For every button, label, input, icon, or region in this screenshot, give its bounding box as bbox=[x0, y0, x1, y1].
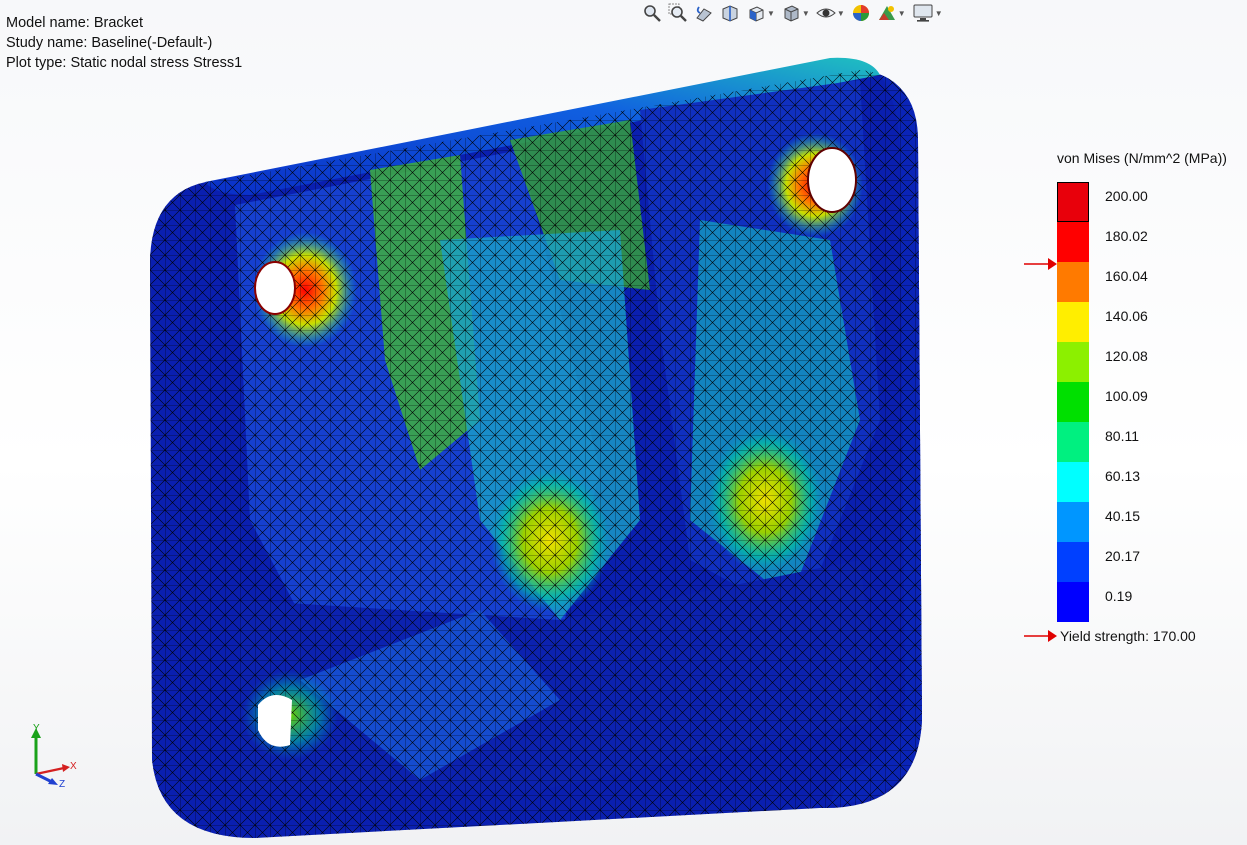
legend-label: 0.19 bbox=[1105, 588, 1133, 604]
section-view-button[interactable] bbox=[718, 2, 742, 24]
legend-label: 200.00 bbox=[1105, 188, 1148, 204]
legend-swatch bbox=[1057, 422, 1089, 462]
edit-appearance-button[interactable] bbox=[849, 2, 873, 24]
legend-label: 140.06 bbox=[1105, 308, 1148, 324]
coordinate-triad: Y X Z bbox=[31, 723, 77, 790]
heads-up-view-toolbar: ▼ ▼ ▼ ▼ ▼ bbox=[640, 1, 945, 25]
legend-swatch bbox=[1057, 382, 1089, 422]
hole-upper-left bbox=[254, 261, 296, 315]
zoom-to-area-icon bbox=[668, 3, 687, 22]
yield-marker-arrow-icon bbox=[1024, 258, 1057, 270]
view-settings-icon bbox=[913, 4, 933, 22]
display-style-icon bbox=[784, 5, 799, 22]
view-settings-button[interactable]: ▼ bbox=[910, 2, 945, 24]
triad-x-label: X bbox=[70, 761, 77, 772]
chevron-down-icon: ▼ bbox=[934, 8, 943, 18]
legend-color-bar bbox=[1057, 182, 1089, 622]
legend-swatch bbox=[1057, 542, 1089, 582]
chevron-down-icon: ▼ bbox=[767, 8, 775, 18]
hide-show-items-icon bbox=[816, 8, 836, 18]
fea-mesh-model[interactable] bbox=[140, 50, 940, 845]
legend-label: 80.11 bbox=[1105, 428, 1139, 444]
chevron-down-icon: ▼ bbox=[897, 8, 906, 18]
legend-label: 40.15 bbox=[1105, 508, 1141, 524]
plot-type: Plot type: Static nodal stress Stress1 bbox=[6, 55, 243, 71]
legend-label: 160.04 bbox=[1105, 268, 1148, 284]
apply-scene-button[interactable]: ▼ bbox=[875, 2, 908, 24]
view-orientation-button[interactable]: ▼ bbox=[744, 2, 777, 24]
legend-swatch bbox=[1057, 462, 1089, 502]
triad-y-label: Y bbox=[33, 723, 40, 734]
legend-label: 100.09 bbox=[1105, 388, 1148, 404]
chevron-down-icon: ▼ bbox=[836, 8, 845, 18]
display-style-button[interactable]: ▼ bbox=[779, 2, 812, 24]
legend-label: 180.02 bbox=[1105, 228, 1148, 244]
legend-label: 20.17 bbox=[1105, 548, 1141, 564]
previous-view-icon bbox=[696, 6, 712, 22]
legend-swatch bbox=[1057, 182, 1089, 222]
yield-strength-row: Yield strength: 170.00 bbox=[1024, 628, 1196, 644]
edit-appearance-icon bbox=[852, 5, 869, 21]
zoom-to-area-button[interactable] bbox=[666, 2, 690, 24]
legend-title: von Mises (N/mm^2 (MPa)) bbox=[1057, 150, 1227, 166]
triad-z-label: Z bbox=[59, 779, 65, 790]
zoom-to-fit-button[interactable] bbox=[640, 2, 664, 24]
study-name: Study name: Baseline(-Default-) bbox=[6, 35, 213, 51]
legend-swatch bbox=[1057, 502, 1089, 542]
yield-strength-label: Yield strength: 170.00 bbox=[1060, 628, 1196, 644]
legend-swatch bbox=[1057, 262, 1089, 302]
legend-swatch bbox=[1057, 582, 1089, 622]
model-name: Model name: Bracket bbox=[6, 15, 144, 31]
stress-legend[interactable]: von Mises (N/mm^2 (MPa)) 200.00 180.02 160… bbox=[1020, 140, 1247, 660]
legend-label: 60.13 bbox=[1105, 468, 1141, 484]
yield-arrow-icon bbox=[1024, 630, 1057, 642]
view-orientation-icon bbox=[749, 6, 764, 22]
chevron-down-icon: ▼ bbox=[801, 8, 810, 18]
study-info: Model name: Bracket Study name: Baseline… bbox=[6, 13, 242, 73]
apply-scene-icon bbox=[878, 6, 895, 20]
hole-upper-right bbox=[807, 147, 857, 213]
hide-show-items-button[interactable]: ▼ bbox=[814, 2, 847, 24]
legend-label: 120.08 bbox=[1105, 348, 1148, 364]
legend-swatch bbox=[1057, 302, 1089, 342]
zoom-to-fit-icon bbox=[644, 5, 661, 22]
section-view-icon bbox=[722, 5, 738, 22]
previous-view-button[interactable] bbox=[692, 2, 716, 24]
legend-swatch bbox=[1057, 222, 1089, 262]
legend-swatch bbox=[1057, 342, 1089, 382]
